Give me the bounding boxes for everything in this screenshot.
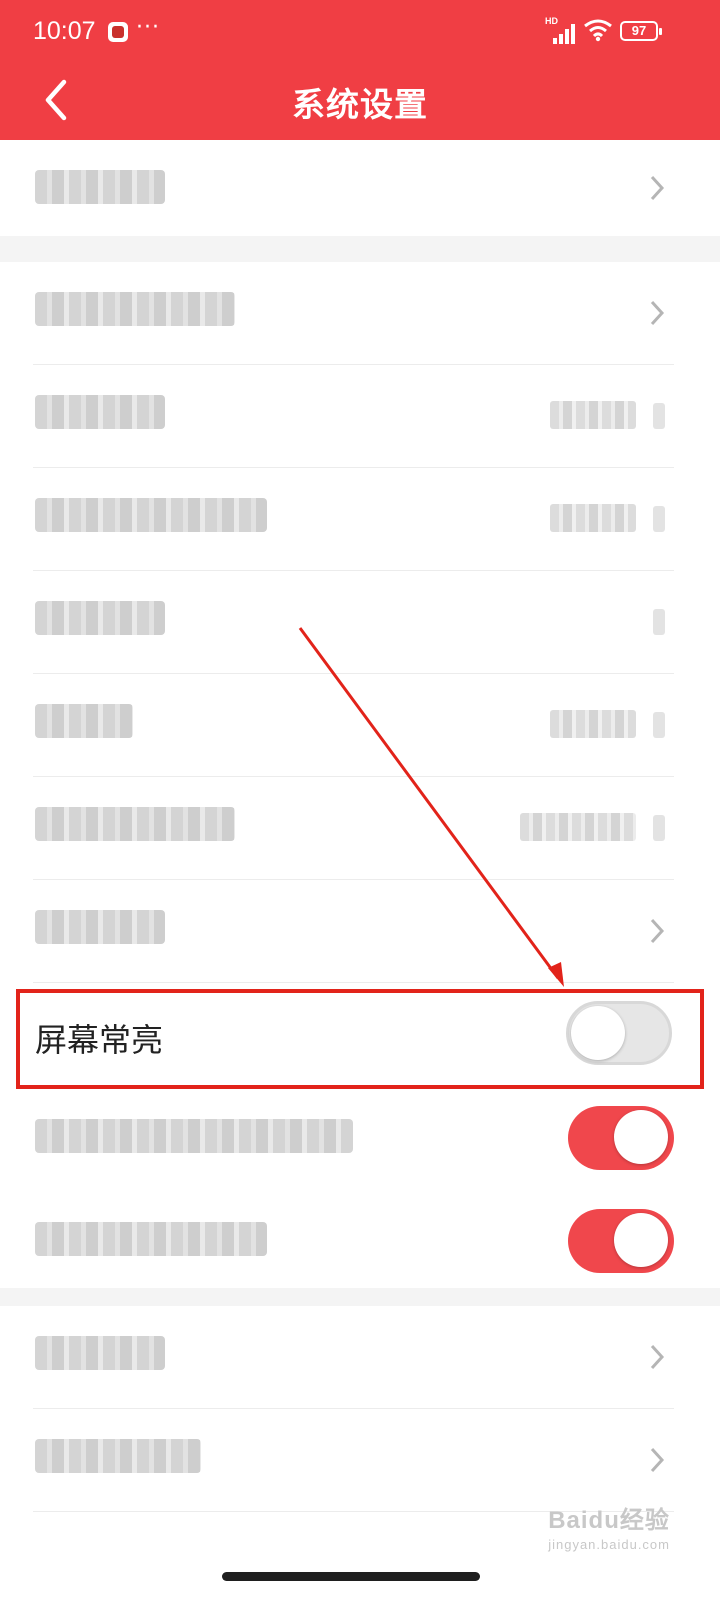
home-indicator[interactable]	[222, 1572, 480, 1581]
annotation-arrow	[298, 627, 564, 987]
watermark: Baidu经验 jingyan.baidu.com	[548, 1500, 670, 1552]
watermark-url: jingyan.baidu.com	[548, 1537, 670, 1552]
watermark-brand: Baidu经验	[548, 1507, 670, 1534]
annotation-highlight-box	[16, 989, 704, 1089]
